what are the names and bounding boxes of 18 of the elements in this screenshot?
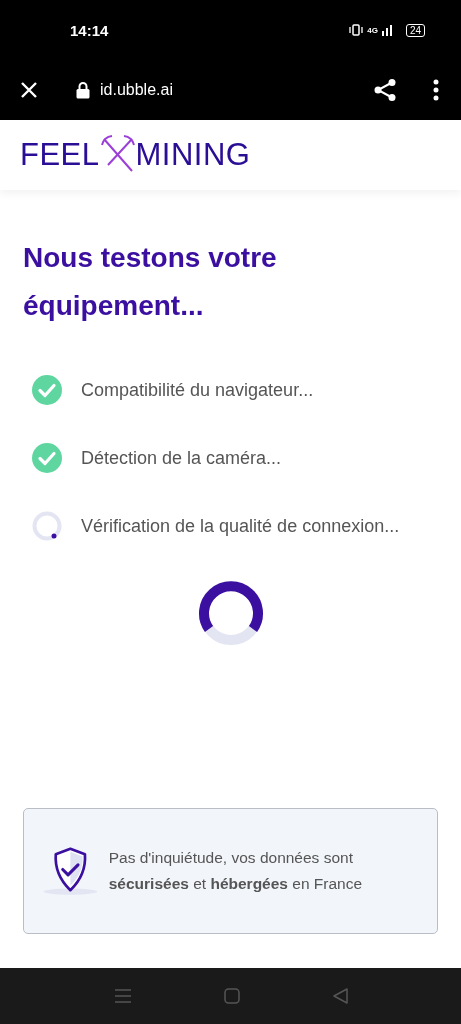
notice-text: Pas d'inquiétude, vos données sont sécurisées et hébergées en France [108,848,364,894]
step-label: Vérification de la qualité de connexion... [81,515,400,537]
signal-icon [381,24,394,36]
more-icon[interactable] [433,79,439,101]
battery-indicator: 24 [405,23,425,37]
clock: 14:14 [70,21,109,39]
url-text[interactable]: id.ubble.ai [100,81,365,99]
close-icon[interactable] [20,81,38,99]
vibrate-icon [349,24,364,36]
logo-text: MINING [135,137,251,173]
logo-text: FEEL [20,137,100,173]
page-title: Nous testons votre équipement... [23,241,278,323]
lock-icon [76,81,90,99]
network-label: 4G [367,25,378,35]
loading-spinner [197,580,264,646]
step-label: Détection de la caméra... [81,447,282,469]
share-icon[interactable] [373,78,397,102]
step-label: Compatibilité du navigateur... [81,379,314,401]
